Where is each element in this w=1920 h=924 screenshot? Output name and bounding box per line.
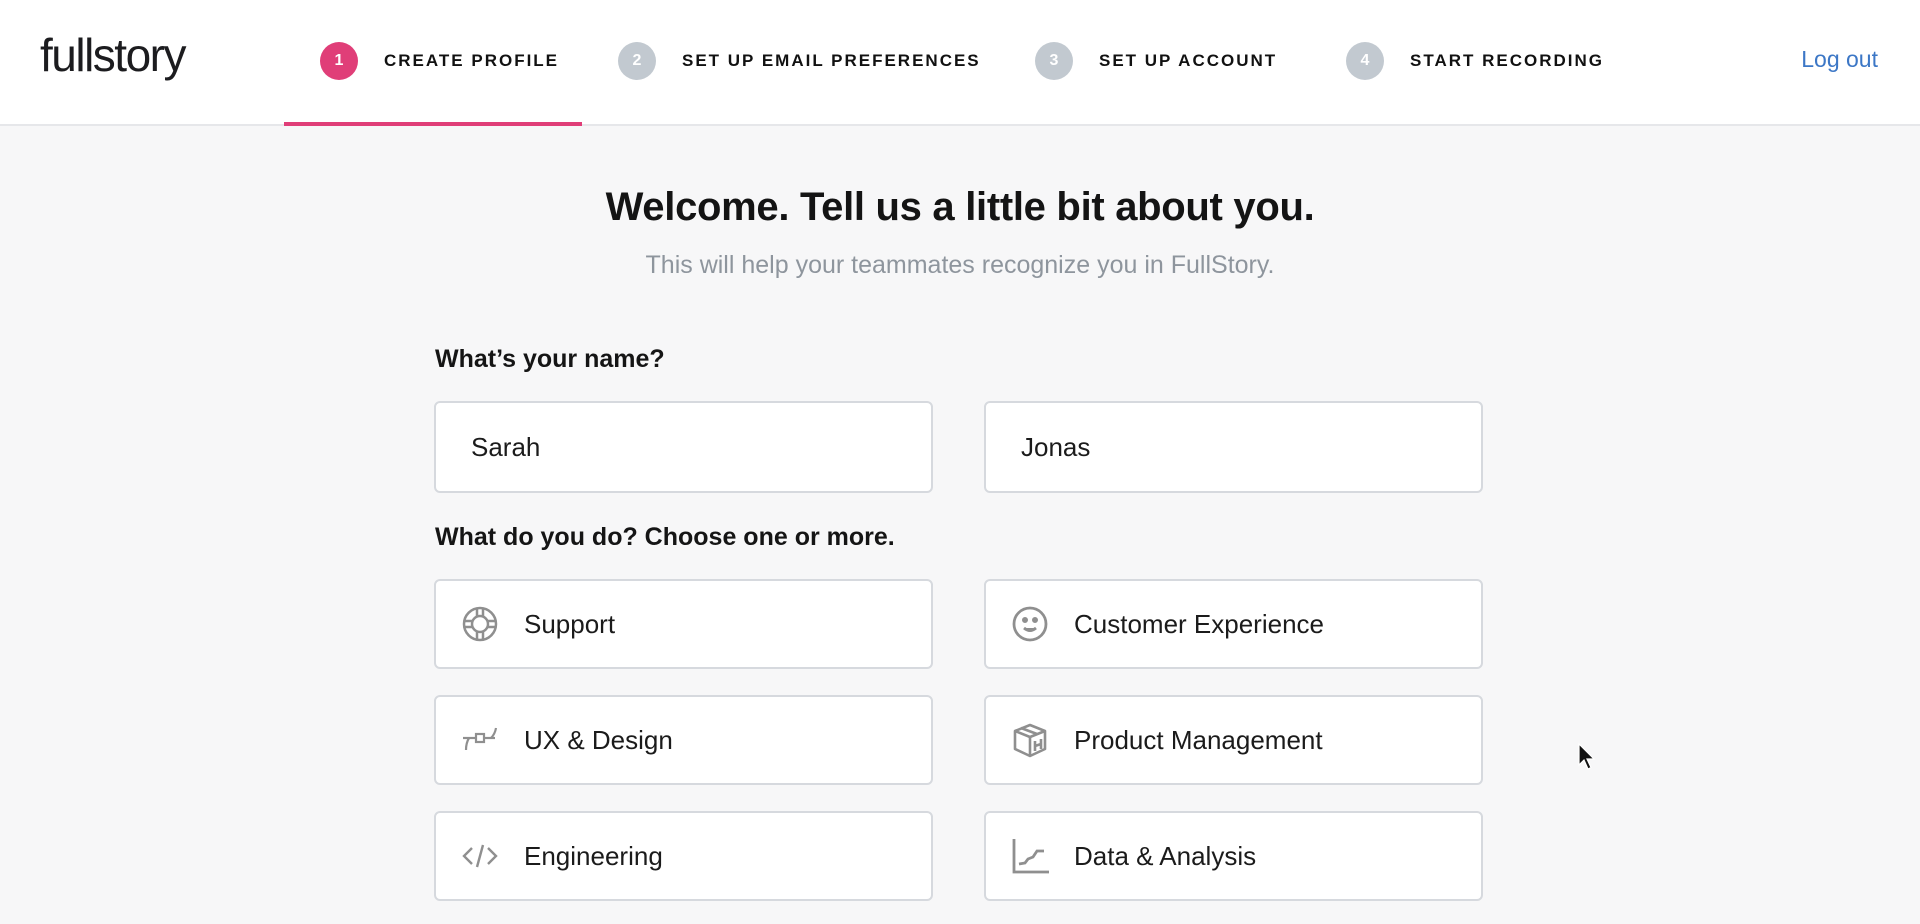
- role-option-ux-design[interactable]: UX & Design: [434, 695, 933, 785]
- code-icon: [460, 836, 500, 876]
- page-title: Welcome. Tell us a little bit about you.: [605, 185, 1315, 229]
- step-start-recording[interactable]: 4 START RECORDING: [1346, 40, 1604, 82]
- step-label: START RECORDING: [1410, 51, 1605, 70]
- line-chart-icon: [1010, 836, 1050, 876]
- top-navigation-bar: fullstory 1 CREATE PROFILE 2 SET UP EMAI…: [0, 0, 1920, 126]
- step-label: CREATE PROFILE: [384, 51, 560, 70]
- box-icon: [1010, 720, 1050, 760]
- role-label: Customer Experience: [1074, 608, 1324, 639]
- role-label: Support: [524, 608, 616, 639]
- step-number-badge: 1: [320, 42, 358, 80]
- role-label: UX & Design: [524, 724, 673, 755]
- step-email-preferences[interactable]: 2 SET UP EMAIL PREFERENCES: [618, 40, 981, 82]
- role-label: Data & Analysis: [1074, 840, 1257, 871]
- page-subtitle: This will help your teammates recognize …: [645, 251, 1275, 279]
- smiley-icon: [1010, 604, 1050, 644]
- role-label: Product Management: [1074, 724, 1323, 755]
- lifebuoy-icon: [460, 604, 500, 644]
- role-option-customer-experience[interactable]: Customer Experience: [984, 579, 1483, 669]
- step-number-badge: 2: [618, 42, 656, 80]
- active-step-indicator: [284, 122, 582, 126]
- role-question-label: What do you do? Choose one or more.: [435, 523, 895, 551]
- role-option-engineering[interactable]: Engineering: [434, 811, 933, 901]
- step-number-badge: 4: [1346, 42, 1384, 80]
- last-name-input[interactable]: [984, 401, 1483, 493]
- name-question-label: What’s your name?: [435, 345, 665, 373]
- logout-link[interactable]: Log out: [1801, 46, 1878, 73]
- step-create-profile[interactable]: 1 CREATE PROFILE: [320, 40, 559, 82]
- fullstory-logo[interactable]: fullstory: [40, 28, 186, 82]
- step-label: SET UP ACCOUNT: [1099, 51, 1278, 70]
- step-number-badge: 3: [1035, 42, 1073, 80]
- role-option-product-management[interactable]: Product Management: [984, 695, 1483, 785]
- step-set-up-account[interactable]: 3 SET UP ACCOUNT: [1035, 40, 1277, 82]
- role-option-support[interactable]: Support: [434, 579, 933, 669]
- bezier-curve-icon: [460, 720, 500, 760]
- role-option-data-analysis[interactable]: Data & Analysis: [984, 811, 1483, 901]
- mouse-pointer-icon: [1578, 742, 1596, 770]
- step-label: SET UP EMAIL PREFERENCES: [682, 51, 981, 70]
- role-label: Engineering: [524, 840, 663, 871]
- first-name-input[interactable]: [434, 401, 933, 493]
